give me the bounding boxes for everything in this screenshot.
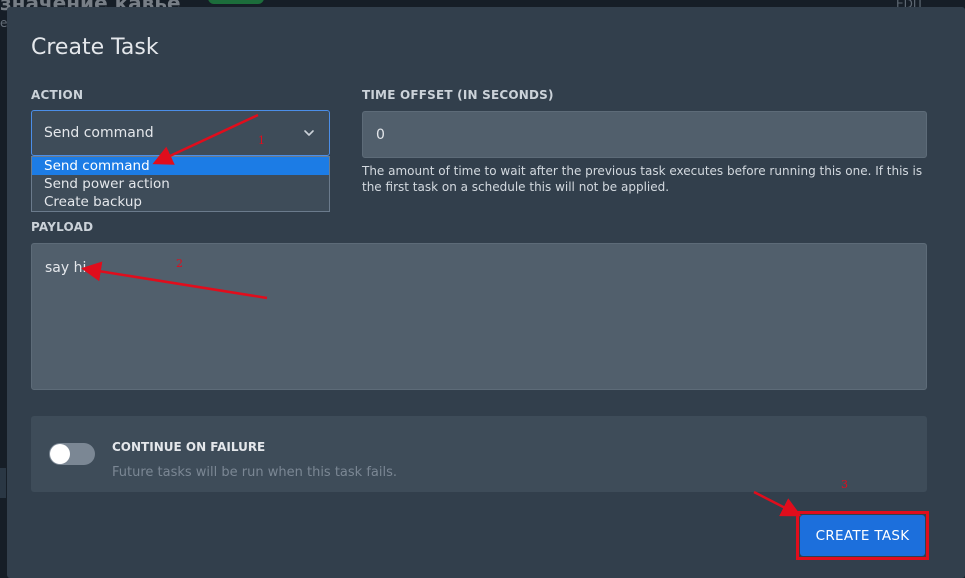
action-option-create-backup[interactable]: Create backup — [32, 193, 329, 211]
create-task-button[interactable]: CREATE TASK — [800, 515, 925, 556]
modal-title: Create Task — [31, 35, 159, 60]
time-offset-label: TIME OFFSET (IN SECONDS) — [362, 88, 554, 102]
annotation-label-2: 2 — [176, 257, 183, 270]
time-offset-value: 0 — [376, 127, 385, 143]
background-status-badge — [208, 0, 264, 4]
action-dropdown-list: Send command Send power action Create ba… — [31, 156, 330, 212]
payload-label: PAYLOAD — [31, 220, 94, 234]
continue-on-failure-toggle[interactable] — [49, 443, 95, 465]
annotation-label-1: 1 — [258, 134, 265, 147]
time-offset-help-text: The amount of time to wait after the pre… — [362, 164, 923, 194]
continue-on-failure-description: Future tasks will be run when this task … — [112, 465, 398, 480]
action-option-send-power-action[interactable]: Send power action — [32, 175, 329, 193]
action-select-value: Send command — [44, 125, 154, 141]
continue-on-failure-title: CONTINUE ON FAILURE — [112, 440, 266, 454]
background-sidebar-strip — [0, 468, 6, 498]
time-offset-input[interactable]: 0 — [362, 111, 927, 158]
chevron-down-icon — [304, 130, 314, 136]
payload-textarea[interactable]: say hi — [31, 243, 927, 390]
create-task-modal: Create Task ACTION Send command Send com… — [7, 7, 965, 578]
action-select[interactable]: Send command — [31, 110, 330, 156]
annotation-label-3: 3 — [841, 478, 848, 491]
toggle-knob — [50, 444, 70, 464]
action-label: ACTION — [31, 88, 84, 102]
payload-value: say hi — [45, 260, 87, 276]
action-option-send-command[interactable]: Send command — [32, 157, 329, 175]
continue-on-failure-panel: CONTINUE ON FAILURE Future tasks will be… — [31, 416, 927, 492]
